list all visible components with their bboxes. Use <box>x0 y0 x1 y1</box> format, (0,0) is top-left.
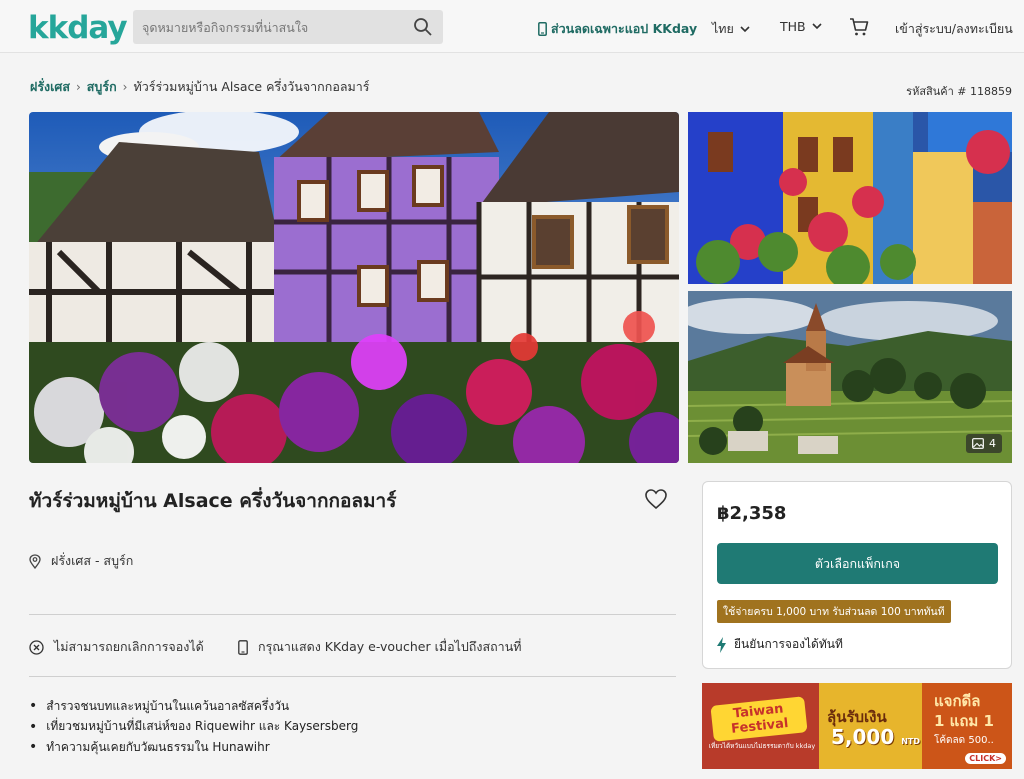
breadcrumb-separator: › <box>75 80 81 94</box>
policy-cancel: ไม่สามารถยกเลิกการจองได้ <box>29 637 204 657</box>
list-item: สำรวจชนบทและหมู่บ้านในแคว้นอาลซัสครึ่งวั… <box>29 696 358 717</box>
policy-voucher: กรุณาแสดง KKday e-voucher เมื่อไปถึงสถาน… <box>238 637 521 657</box>
product-title: ทัวร์ร่วมหมู่บ้าน Alsace ครึ่งวันจากกอลม… <box>29 490 397 512</box>
package-options-button[interactable]: ตัวเลือกแพ็กเกจ <box>717 543 998 584</box>
currency-label: THB <box>780 19 806 34</box>
search-bar[interactable] <box>133 10 443 44</box>
chevron-down-icon <box>812 23 822 30</box>
banner-deal-code: โค้ดลด 500.. <box>934 735 994 746</box>
search-icon[interactable] <box>413 17 433 37</box>
banner-prize-panel: ลุ้นรับเงิน 5,000 NTD <box>819 683 922 769</box>
promo-banner[interactable]: Taiwan Festival เที่ยวไต้หวันแบบไม่ธรรมด… <box>702 683 1012 769</box>
banner-deal-panel: แจกดีล 1 แถม 1 โค้ดลด 500.. CLICK> <box>922 683 1012 769</box>
app-link-label: ส่วนลดเฉพาะแอป KKday <box>551 21 698 36</box>
instant-confirm-label: ยืนยันการจองได้ทันที <box>734 637 843 651</box>
phone-icon <box>538 22 547 36</box>
booking-card: ฿2,358 ตัวเลือกแพ็กเกจ ใช้จ่ายครบ 1,000 … <box>702 481 1012 669</box>
prize-unit: NTD <box>901 737 921 746</box>
currency-selector[interactable]: THB <box>780 19 822 34</box>
banner-deal-offer: 1 แถม 1 <box>934 712 994 730</box>
lightning-icon <box>717 636 726 653</box>
breadcrumb-current: ทัวร์ร่วมหมู่บ้าน Alsace ครึ่งวันจากกอลม… <box>133 79 370 94</box>
no-cancel-icon <box>29 639 44 655</box>
chevron-down-icon <box>740 25 750 32</box>
hero-image <box>29 112 679 463</box>
instant-confirm: ยืนยันการจองได้ทันที <box>717 635 843 654</box>
language-label: ไทย <box>712 21 734 36</box>
thumb-image-street <box>688 112 1012 284</box>
thumb-image-village <box>688 291 1012 463</box>
login-register-link[interactable]: เข้าสู่ระบบ/ลงทะเบียน <box>895 19 1013 39</box>
breadcrumb: ฝรั่งเศส › สบูร์ก › ทัวร์ร่วมหมู่บ้าน Al… <box>30 77 369 97</box>
product-location: ฝรั่งเศส - สบูร์ก <box>29 551 133 571</box>
app-discount-link[interactable]: ส่วนลดเฉพาะแอป KKday <box>538 19 697 39</box>
photo-count: 4 <box>989 437 996 450</box>
heart-icon[interactable] <box>644 488 668 510</box>
highlights-list: สำรวจชนบทและหมู่บ้านในแคว้นอาลซัสครึ่งวั… <box>29 696 358 758</box>
divider <box>29 676 676 677</box>
photo-count-badge[interactable]: 4 <box>966 434 1002 453</box>
gallery-thumb-village[interactable]: 4 <box>688 291 1012 463</box>
search-input[interactable] <box>133 10 403 44</box>
mobile-voucher-icon <box>238 639 248 655</box>
banner-prize-amount: 5,000 NTD <box>831 725 920 749</box>
festival-logo: Taiwan Festival <box>710 696 808 742</box>
festival-subtext: เที่ยวไต้หวันแบบไม่ธรรมดากับ kkday <box>708 742 816 750</box>
location-label: ฝรั่งเศส - สบูร์ก <box>51 553 134 568</box>
divider <box>29 614 676 615</box>
kkday-logo[interactable]: kkday <box>28 10 128 46</box>
product-code: รหัสสินค้า # 118859 <box>906 85 1012 98</box>
banner-festival-panel: Taiwan Festival เที่ยวไต้หวันแบบไม่ธรรมด… <box>702 683 819 769</box>
gallery-thumb-street[interactable] <box>688 112 1012 284</box>
policy-cancel-label: ไม่สามารถยกเลิกการจองได้ <box>54 639 204 654</box>
hero-photo[interactable] <box>29 112 679 463</box>
language-selector[interactable]: ไทย <box>712 19 750 39</box>
top-header: kkday ส่วนลดเฉพาะแอป KKday ไทย THB เข้าส… <box>0 0 1024 53</box>
promo-badge: ใช้จ่ายครบ 1,000 บาท รับส่วนลด 100 บาททั… <box>717 600 951 623</box>
policy-voucher-label: กรุณาแสดง KKday e-voucher เมื่อไปถึงสถาน… <box>258 639 522 654</box>
breadcrumb-city[interactable]: สบูร์ก <box>87 77 117 97</box>
price: ฿2,358 <box>717 503 787 524</box>
cart-icon[interactable] <box>849 17 869 37</box>
list-item: ทำความคุ้นเคยกับวัฒนธรรมใน Hunawihr <box>29 737 358 758</box>
location-pin-icon <box>29 553 41 569</box>
image-icon <box>972 438 984 449</box>
banner-click-button[interactable]: CLICK> <box>965 753 1006 764</box>
breadcrumb-country[interactable]: ฝรั่งเศส <box>30 77 70 97</box>
breadcrumb-separator: › <box>122 80 128 94</box>
list-item: เที่ยวชมหมู่บ้านที่มีเสน่ห์ของ Riquewihr… <box>29 717 358 738</box>
prize-amount: 5,000 <box>831 725 895 749</box>
